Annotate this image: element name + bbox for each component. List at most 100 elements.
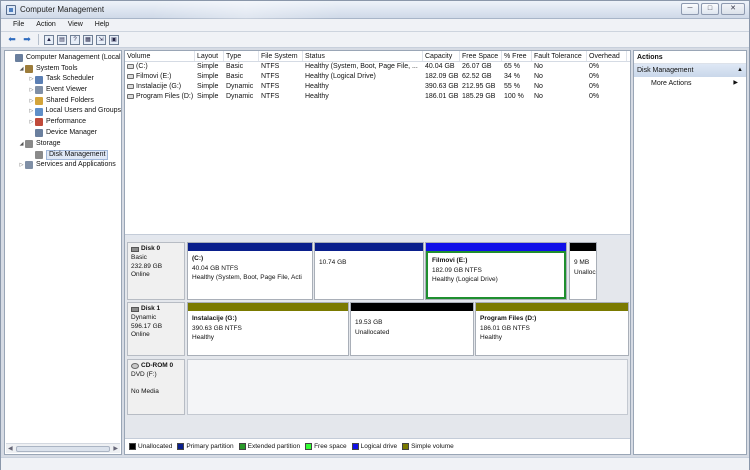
expanded-arrow-icon[interactable]: ◢	[18, 64, 25, 75]
tree-item[interactable]: ▷ Shared Folders	[5, 96, 121, 107]
cell-status: Healthy	[305, 83, 329, 90]
column-header-overhead[interactable]: Overhead	[587, 51, 627, 61]
tree-item[interactable]: ▷ Performance	[5, 117, 121, 128]
disk-info-line: Basic	[131, 253, 147, 261]
partition-type-bar	[476, 303, 628, 311]
collapsed-arrow-icon[interactable]: ▷	[28, 85, 35, 96]
partition-info-line: Healthy	[480, 334, 503, 341]
cell-free-space: 62.52 GB	[462, 73, 492, 80]
partition-block[interactable]: 19.53 GB Unallocated	[350, 302, 474, 356]
column-header-free-space[interactable]: Free Space	[460, 51, 502, 61]
cell-free-space: 26.07 GB	[462, 63, 492, 70]
tree-node-icon	[35, 75, 43, 84]
tree-horizontal-scrollbar[interactable]: ◀ ▶	[6, 443, 120, 453]
tree-node-icon	[25, 139, 33, 148]
export-list-icon[interactable]: ⇲	[96, 34, 106, 45]
column-header-status[interactable]: Status	[303, 51, 423, 61]
partition-block[interactable]: 9 MB Unalloc	[569, 242, 597, 300]
menu-file[interactable]: File	[7, 19, 30, 31]
tree-item[interactable]: ▷ Event Viewer	[5, 85, 121, 96]
scrollbar-thumb[interactable]	[16, 446, 110, 452]
more-actions-item[interactable]: More Actions ▶	[634, 77, 746, 90]
tree-node-icon	[35, 129, 43, 138]
up-folder-icon[interactable]: ▲	[44, 34, 54, 45]
show-hide-tree-icon[interactable]: ▤	[57, 34, 67, 45]
disk-label[interactable]: Disk 1 Dynamic 596.17 GB Online	[127, 302, 185, 356]
collapsed-arrow-icon[interactable]: ▷	[28, 74, 35, 85]
tree-item[interactable]: ◢ Storage	[5, 139, 121, 150]
title-bar-glass	[151, 1, 341, 19]
scroll-right-arrow-icon[interactable]: ▶	[113, 445, 118, 452]
tree-item[interactable]: ▷ Local Users and Groups	[5, 106, 121, 117]
partition-info-line: 182.09 GB NTFS	[432, 266, 482, 274]
partition-body: Instalacije (G:) 390.63 GB NTFS Healthy	[188, 311, 348, 355]
tree-item[interactable]: ▷ Task Scheduler	[5, 74, 121, 85]
tree-item-label: Event Viewer	[46, 86, 88, 94]
table-row[interactable]: (C:) Simple Basic NTFS Healthy (System, Boot…	[125, 62, 630, 72]
cell-capacity: 40.04 GB	[425, 63, 455, 70]
volume-name: (C:)	[136, 63, 148, 70]
cell-volume: (C:)	[125, 62, 195, 72]
close-button[interactable]: ✕	[721, 3, 745, 15]
collapsed-arrow-icon[interactable]: ▷	[28, 96, 35, 107]
table-row[interactable]: Program Files (D:) Simple Dynamic NTFS Healt…	[125, 92, 630, 102]
view-icon[interactable]: ▣	[109, 34, 119, 45]
column-header-fault-tolerance[interactable]: Fault Tolerance	[532, 51, 587, 61]
cell-overhead: 0%	[589, 83, 600, 90]
tree-node-icon	[25, 65, 33, 74]
column-header-capacity[interactable]: Capacity	[423, 51, 460, 61]
properties-icon[interactable]: ▦	[83, 34, 93, 45]
scroll-left-arrow-icon[interactable]: ◀	[8, 445, 13, 452]
disk-row: Disk 0 Basic 232.89 GB Online (C:) 40.04 GB N…	[127, 242, 630, 300]
help-icon[interactable]: ?	[70, 34, 80, 45]
disk-label[interactable]: Disk 0 Basic 232.89 GB Online	[127, 242, 185, 300]
partition-block[interactable]: Program Files (D:) 186.01 GB NTFS Healthy	[475, 302, 629, 356]
table-row[interactable]: Instalacije (G:) Simple Dynamic NTFS Healthy…	[125, 82, 630, 92]
back-arrow-icon[interactable]: ⬅	[6, 34, 18, 46]
computer-management-window: Computer Management ─ □ ✕ File Action Vi…	[0, 0, 750, 470]
tree-item-label: Disk Management	[46, 149, 109, 160]
title-bar[interactable]: Computer Management ─ □ ✕	[1, 1, 749, 19]
legend-label: Extended partition	[247, 443, 301, 450]
menu-view[interactable]: View	[62, 19, 89, 31]
collapsed-arrow-icon[interactable]: ▷	[18, 160, 25, 171]
volume-list-body: (C:) Simple Basic NTFS Healthy (System, Boot…	[125, 62, 630, 102]
drive-icon	[127, 73, 134, 79]
tree-item[interactable]: ▷ Services and Applications	[5, 160, 121, 171]
tree-item[interactable]: Computer Management (Local	[5, 53, 121, 64]
collapsed-arrow-icon[interactable]: ▷	[28, 117, 35, 128]
minimize-button[interactable]: ─	[681, 3, 699, 15]
column-header-percent-free[interactable]: % Free	[502, 51, 532, 61]
actions-section-label: Disk Management	[637, 67, 694, 74]
table-row[interactable]: Filmovi (E:) Simple Basic NTFS Healthy (Logi…	[125, 72, 630, 82]
collapse-arrow-icon[interactable]: ▲	[737, 64, 743, 77]
column-header-layout[interactable]: Layout	[195, 51, 224, 61]
tree-item[interactable]: Device Manager	[5, 128, 121, 139]
actions-section-disk-management[interactable]: Disk Management ▲	[634, 64, 746, 77]
legend-label: Simple volume	[411, 443, 454, 450]
menu-help[interactable]: Help	[89, 19, 115, 31]
partition-body: 19.53 GB Unallocated	[351, 311, 473, 355]
toolbar-separator	[38, 34, 39, 45]
forward-arrow-icon[interactable]: ➡	[21, 34, 33, 46]
expanded-arrow-icon[interactable]: ◢	[18, 139, 25, 150]
menu-action[interactable]: Action	[30, 19, 61, 31]
column-header-file-system[interactable]: File System	[259, 51, 303, 61]
partition-info-line: 9 MB	[574, 259, 590, 266]
disk-label[interactable]: CD-ROM 0 DVD (F:) No Media	[127, 359, 185, 415]
drive-icon	[127, 63, 134, 69]
tree-item[interactable]: Disk Management	[5, 149, 121, 160]
partition-block[interactable]: (C:) 40.04 GB NTFS Healthy (System, Boot, …	[187, 242, 313, 300]
column-header-type[interactable]: Type	[224, 51, 259, 61]
drive-icon	[127, 83, 134, 89]
maximize-button[interactable]: □	[701, 3, 719, 15]
cell-volume: Program Files (D:)	[125, 92, 195, 102]
collapsed-arrow-icon[interactable]: ▷	[28, 106, 35, 117]
tree-item[interactable]: ◢ System Tools	[5, 64, 121, 75]
partition-block[interactable]: Instalacije (G:) 390.63 GB NTFS Healthy	[187, 302, 349, 356]
partition-block[interactable]: 10.74 GB	[314, 242, 424, 300]
partition-block[interactable]: Filmovi (E:) 182.09 GB NTFS Healthy (Logic…	[425, 242, 567, 300]
column-header-volume[interactable]: Volume	[125, 51, 195, 61]
tree-item-label: Computer Management (Local	[26, 54, 121, 61]
legend-label: Primary partition	[186, 443, 234, 450]
